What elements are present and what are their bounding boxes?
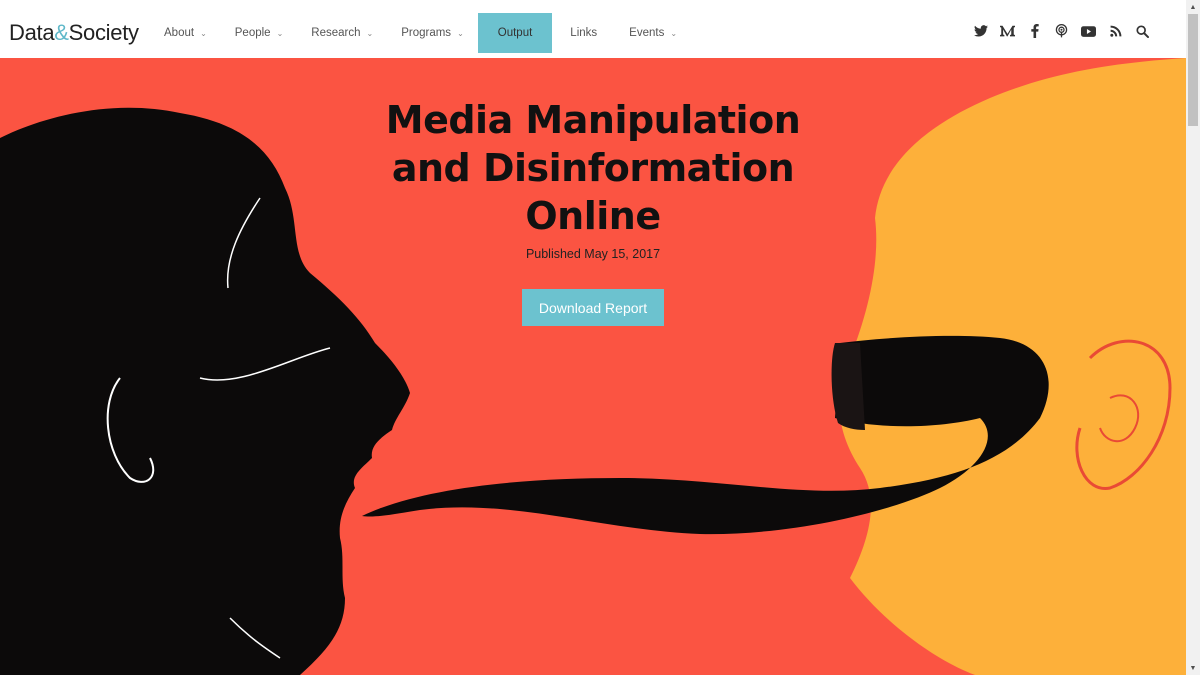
main-nav: About ⌄ People ⌄ Research ⌄ Programs ⌄ Outpu…: [150, 13, 691, 53]
logo-text-society: Society: [68, 20, 139, 45]
nav-label: Events: [629, 27, 665, 39]
nav-label: Links: [570, 27, 598, 39]
medium-icon[interactable]: [1000, 24, 1015, 38]
hero-banner: Media Manipulation and Disinformation On…: [0, 58, 1186, 675]
youtube-icon[interactable]: [1081, 24, 1096, 38]
nav-label: People: [234, 27, 271, 39]
search-icon[interactable]: [1135, 24, 1150, 38]
nav-item-programs[interactable]: Programs ⌄: [387, 13, 478, 53]
nav-label: Output: [497, 27, 533, 39]
scroll-thumb[interactable]: [1188, 14, 1198, 126]
published-date: Published May 15, 2017: [525, 247, 661, 261]
site-logo[interactable]: Data&Society: [9, 20, 139, 46]
title-line-2: and Disinformation: [391, 146, 795, 190]
twitter-icon[interactable]: [973, 24, 988, 38]
nav-item-events[interactable]: Events ⌄: [615, 13, 691, 53]
vertical-scrollbar[interactable]: ▲ ▼: [1186, 0, 1200, 675]
nav-label: Research: [311, 27, 361, 39]
nav-item-links[interactable]: Links: [552, 13, 615, 53]
nav-item-output[interactable]: Output: [477, 13, 553, 53]
scroll-down-arrow-icon[interactable]: ▼: [1186, 661, 1200, 675]
chevron-down-icon: ⌄: [200, 28, 207, 38]
top-navigation-bar: Data&Society About ⌄ People ⌄ Research ⌄ Pr…: [0, 0, 1186, 58]
nav-item-research[interactable]: Research ⌄: [297, 13, 387, 53]
nav-item-about[interactable]: About ⌄: [150, 13, 221, 53]
chevron-down-icon: ⌄: [366, 28, 374, 38]
chevron-down-icon: ⌄: [670, 28, 678, 38]
chevron-down-icon: ⌄: [457, 28, 464, 38]
rss-icon[interactable]: [1108, 24, 1123, 38]
nav-label: Programs: [401, 27, 452, 39]
hero-title: Media Manipulation and Disinformation On…: [336, 96, 850, 240]
facebook-icon[interactable]: [1027, 24, 1042, 38]
logo-ampersand: &: [54, 20, 69, 45]
chevron-down-icon: ⌄: [276, 28, 284, 38]
scroll-up-arrow-icon[interactable]: ▲: [1186, 0, 1200, 14]
podcast-icon[interactable]: [1054, 24, 1069, 38]
social-links: [973, 24, 1150, 38]
logo-text-data: Data: [9, 20, 55, 45]
nav-item-people[interactable]: People ⌄: [221, 13, 298, 53]
nav-label: About: [164, 27, 195, 39]
download-report-button[interactable]: Download Report: [522, 289, 664, 326]
title-line-3: Online: [525, 194, 661, 238]
title-line-1: Media Manipulation: [385, 98, 801, 142]
